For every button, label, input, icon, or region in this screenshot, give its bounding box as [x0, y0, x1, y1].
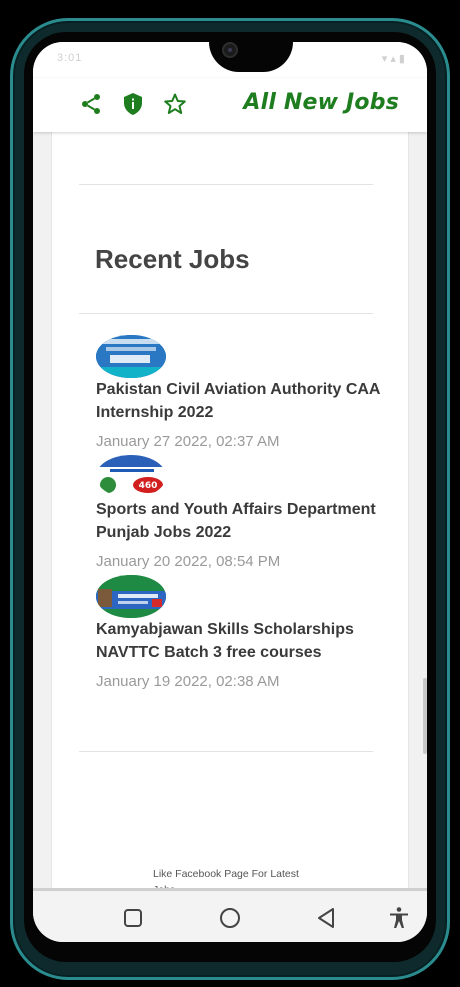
job-title[interactable]: Pakistan Civil Aviation Authority CAA In…	[96, 378, 386, 424]
screen: 3:01 ▾ ▴ ▮ All New Jobs Recent Jobs Paki…	[33, 42, 427, 942]
navigation-bar	[33, 888, 427, 942]
shield-info-icon[interactable]	[121, 92, 145, 116]
divider	[79, 313, 373, 314]
job-thumbnail[interactable]	[96, 575, 166, 618]
svg-text:460: 460	[139, 481, 158, 491]
divider	[79, 184, 373, 185]
recents-square-icon[interactable]	[120, 905, 146, 931]
job-date: January 20 2022, 08:54 PM	[96, 553, 281, 570]
side-button	[447, 256, 450, 326]
scrollbar[interactable]	[423, 678, 427, 754]
job-thumbnail[interactable]	[96, 335, 166, 378]
share-icon[interactable]	[79, 92, 103, 116]
status-icons: ▾ ▴ ▮	[381, 53, 405, 65]
job-thumbnail[interactable]: 460	[96, 455, 166, 498]
star-icon[interactable]	[163, 92, 187, 116]
home-circle-icon[interactable]	[217, 905, 243, 931]
job-date: January 19 2022, 02:38 AM	[96, 673, 280, 690]
job-title[interactable]: Sports and Youth Affairs Department Punj…	[96, 498, 386, 544]
app-header: All New Jobs	[33, 78, 427, 132]
job-item[interactable]: Pakistan Civil Aviation Authority CAA In…	[96, 335, 386, 450]
divider	[79, 751, 373, 752]
job-date: January 27 2022, 02:37 AM	[96, 433, 280, 450]
content-card: Recent Jobs Pakistan Civil Aviation Auth…	[51, 132, 409, 896]
status-time: 3:01	[57, 52, 83, 64]
front-camera	[222, 42, 238, 58]
app-title: All New Jobs	[243, 90, 399, 115]
back-triangle-icon[interactable]	[313, 905, 339, 931]
job-item[interactable]: Kamyabjawan Skills Scholarships NAVTTC B…	[96, 575, 386, 690]
section-title: Recent Jobs	[95, 244, 250, 274]
job-title[interactable]: Kamyabjawan Skills Scholarships NAVTTC B…	[96, 618, 386, 664]
side-button	[447, 404, 450, 456]
job-item[interactable]: 460 Sports and Youth Affairs Department …	[96, 455, 386, 570]
accessibility-icon[interactable]	[386, 905, 412, 931]
